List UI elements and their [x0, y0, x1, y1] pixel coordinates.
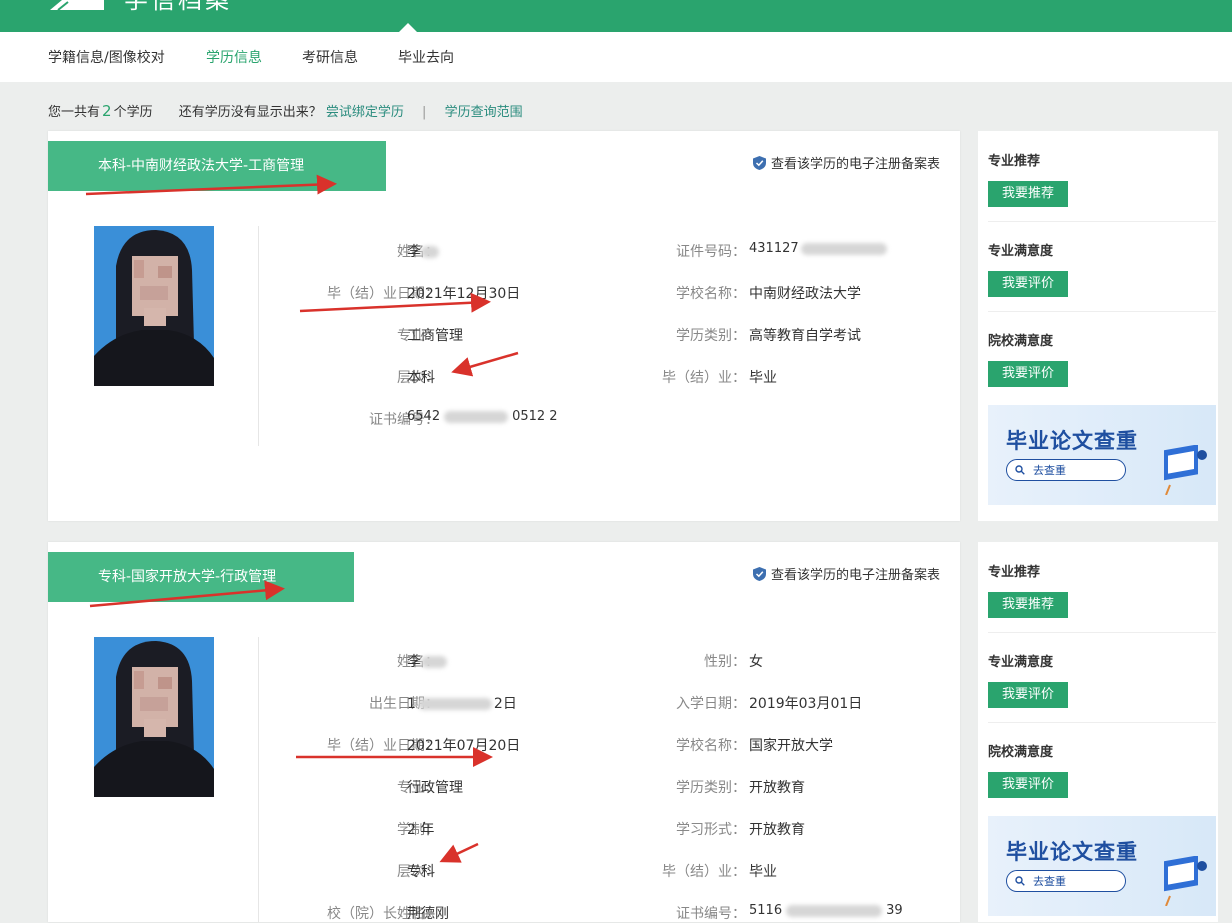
registration-link-label: 查看该学历的电子注册备案表 [770, 157, 940, 172]
ad-title: 毕业论文查重 [1006, 429, 1138, 453]
summary-separator: | [422, 105, 427, 120]
field-value: 行政管理 [407, 780, 463, 796]
bind-education-link[interactable]: 尝试绑定学历 [326, 105, 404, 120]
ad-title: 毕业论文查重 [1006, 840, 1138, 864]
field-label: 学历类别： [676, 780, 746, 796]
portrait-image [94, 637, 214, 797]
student-photo [94, 226, 214, 386]
major-recommend-heading: 专业推荐 [988, 565, 1041, 580]
field-value: 本科 [407, 370, 435, 386]
record-banner: 专科-国家开放大学-行政管理 [48, 552, 354, 602]
portrait-image [94, 226, 214, 386]
laptop-illustration [1164, 856, 1207, 906]
recommend-button[interactable]: 我要推荐 [988, 592, 1068, 618]
field-value: 开放教育 [749, 780, 805, 796]
education-summary: 您一共有 2 个学历 还有学历没有显示出来？ 尝试绑定学历 | 学历查询范围 [48, 101, 523, 120]
field-value: 431127 [749, 241, 887, 256]
field-value: 2021年12月30日 [407, 286, 521, 302]
field-value: 高等教育自学考试 [749, 328, 861, 344]
thesis-check-ad[interactable]: 毕业论文查重 去查重 [988, 816, 1216, 916]
student-photo [94, 637, 214, 797]
query-scope-link[interactable]: 学历查询范围 [445, 105, 523, 120]
education-record-card: 专科-国家开放大学-行政管理 查看该学历的电子注册备案表 姓名： 李 出生日期：… [48, 542, 960, 922]
field-value: 女 [749, 654, 763, 670]
field-value: 2021年07月20日 [407, 738, 521, 754]
field-label: 学习形式： [676, 822, 746, 838]
ad-button-label: 去查重 [1033, 875, 1066, 888]
registration-form-link[interactable]: 查看该学历的电子注册备案表 [752, 153, 940, 172]
rate-school-button[interactable]: 我要评价 [988, 772, 1068, 798]
laptop-illustration [1164, 445, 1207, 495]
annotation-arrow [299, 292, 491, 313]
shield-icon [752, 566, 766, 581]
recommendation-sidebar: 专业推荐 我要推荐 专业满意度 我要评价 院校满意度 我要评价 毕业论文查重 去… [978, 542, 1218, 922]
field-label: 学校名称： [676, 738, 746, 754]
registration-form-link[interactable]: 查看该学历的电子注册备案表 [752, 564, 940, 583]
summary-suffix: 个学历 [113, 105, 153, 120]
field-label: 毕（结）业： [662, 864, 746, 880]
divider [988, 221, 1216, 222]
search-icon [1015, 876, 1025, 886]
logo-icon [50, 0, 104, 10]
tab-postgrad-exam[interactable]: 考研信息 [302, 47, 358, 67]
major-recommend-heading: 专业推荐 [988, 154, 1041, 169]
rate-major-button[interactable]: 我要评价 [988, 271, 1068, 297]
divider [988, 722, 1216, 723]
divider [988, 311, 1216, 312]
annotation-arrow [439, 842, 479, 863]
field-value: 李 [407, 651, 447, 671]
field-label: 学校名称： [676, 286, 746, 302]
registration-link-label: 查看该学历的电子注册备案表 [770, 568, 940, 583]
field-value: 1 2日 [407, 696, 517, 712]
ad-button[interactable]: 去查重 [1006, 459, 1126, 481]
field-value: 工商管理 [407, 328, 463, 344]
search-icon [1015, 465, 1025, 475]
divider-line [258, 226, 259, 446]
summary-question: 还有学历没有显示出来？ [178, 105, 322, 120]
field-value: 毕业 [749, 864, 777, 880]
divider-line [258, 637, 259, 922]
field-value: 2019年03月01日 [749, 696, 863, 712]
field-value: 专科 [407, 864, 435, 880]
major-satisfaction-heading: 专业满意度 [988, 244, 1054, 259]
school-satisfaction-heading: 院校满意度 [988, 334, 1054, 349]
field-value: 中南财经政法大学 [749, 286, 861, 302]
main-nav: 学籍信息/图像校对 学历信息 考研信息 毕业去向 [0, 32, 1232, 82]
field-label: 证书编号： [676, 906, 746, 922]
summary-prefix: 您一共有 [48, 105, 101, 120]
field-label: 性别： [704, 654, 746, 670]
education-record-card: 本科-中南财经政法大学-工商管理 查看该学历的电子注册备案表 姓名： 李 毕（结… [48, 131, 960, 521]
tab-student-status[interactable]: 学籍信息/图像校对 [48, 47, 165, 67]
divider [988, 632, 1216, 633]
top-header-bar: 学信档案 [0, 0, 1232, 33]
field-label: 证件号码： [676, 244, 746, 260]
field-value: 李 [407, 241, 439, 261]
tab-education[interactable]: 学历信息 [206, 47, 262, 67]
rate-major-button[interactable]: 我要评价 [988, 682, 1068, 708]
field-value: 毕业 [749, 370, 777, 386]
shield-icon [752, 155, 766, 170]
school-satisfaction-heading: 院校满意度 [988, 745, 1054, 760]
tab-graduation-destination[interactable]: 毕业去向 [398, 47, 454, 67]
field-value: 国家开放大学 [749, 738, 833, 754]
rate-school-button[interactable]: 我要评价 [988, 361, 1068, 387]
education-count: 2 [102, 102, 112, 120]
field-value: 5116 39 [749, 903, 903, 918]
annotation-arrow [451, 351, 519, 377]
field-value: 开放教育 [749, 822, 805, 838]
field-value: 6542 0512 2 [407, 409, 558, 424]
recommendation-sidebar: 专业推荐 我要推荐 专业满意度 我要评价 院校满意度 我要评价 毕业论文查重 去… [978, 131, 1218, 521]
field-value: 2 年 [407, 822, 435, 838]
major-satisfaction-heading: 专业满意度 [988, 655, 1054, 670]
field-label: 入学日期： [676, 696, 746, 712]
record-banner: 本科-中南财经政法大学-工商管理 [48, 141, 386, 191]
thesis-check-ad[interactable]: 毕业论文查重 去查重 [988, 405, 1216, 505]
ad-button-label: 去查重 [1033, 464, 1066, 477]
field-label: 学历类别： [676, 328, 746, 344]
field-label: 毕（结）业： [662, 370, 746, 386]
recommend-button[interactable]: 我要推荐 [988, 181, 1068, 207]
field-value: 荆德刚 [407, 906, 449, 922]
ad-button[interactable]: 去查重 [1006, 870, 1126, 892]
site-title: 学信档案 [124, 0, 232, 14]
